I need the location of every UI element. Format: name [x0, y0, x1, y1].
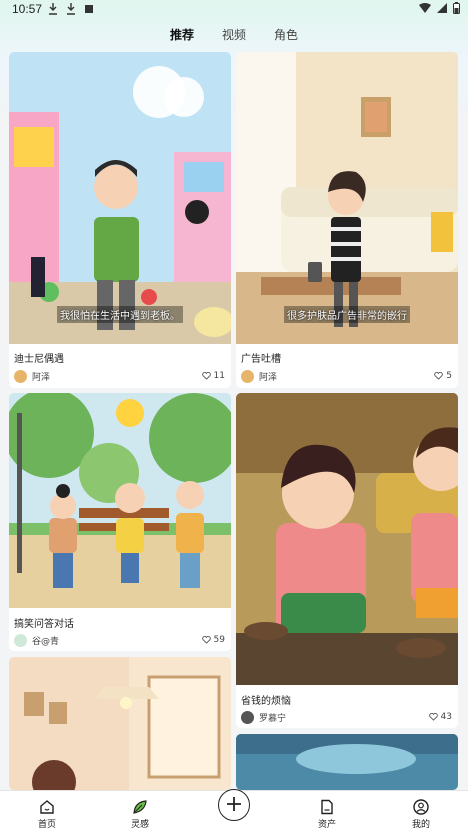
card-title: 迪士尼偶遇 [14, 354, 64, 365]
feed-card[interactable] [9, 657, 231, 790]
author-name: 谷@青 [32, 637, 60, 647]
leaf-icon [133, 800, 147, 814]
card-thumbnail [236, 734, 458, 790]
nav-label: 资产 [317, 820, 336, 830]
heart-icon [201, 636, 211, 644]
like-number: 11 [213, 371, 225, 381]
card-thumbnail [9, 393, 231, 608]
like-count[interactable]: 11 [201, 371, 225, 381]
avatar [241, 711, 254, 724]
nav-label: 灵感 [130, 820, 149, 830]
card-thumbnail [9, 657, 231, 790]
feed-card[interactable] [236, 734, 458, 790]
nav-home[interactable]: 首页 [22, 799, 72, 830]
status-time: 10:57 [12, 2, 43, 16]
heart-icon [201, 372, 211, 380]
like-count[interactable]: 59 [201, 635, 225, 645]
user-icon [413, 799, 429, 815]
like-number: 43 [440, 712, 452, 722]
nav-inspiration[interactable]: 灵感 [115, 799, 165, 830]
download-icon [67, 3, 75, 15]
nav-assets[interactable]: 资产 [302, 799, 352, 830]
author-name: 阿泽 [32, 373, 51, 383]
card-title: 搞笑问答对话 [14, 619, 74, 630]
card-title: 广告吐槽 [241, 354, 281, 365]
create-button[interactable] [218, 789, 250, 821]
heart-icon [428, 713, 438, 721]
author-name: 阿泽 [259, 373, 278, 383]
like-number: 5 [446, 371, 452, 381]
tab-character[interactable]: 角色 [274, 26, 298, 46]
wifi-icon [419, 3, 431, 13]
tab-video[interactable]: 视频 [222, 26, 246, 46]
nav-label: 首页 [37, 820, 56, 830]
like-count[interactable]: 5 [434, 371, 452, 381]
card-thumbnail [9, 52, 231, 344]
video-caption: 我很怕在生活中遇到老板。 [57, 306, 183, 323]
card-author: 阿泽 [241, 370, 277, 383]
signal-icon [437, 3, 447, 13]
bottom-navigation: 首页 灵感 资产 我的 [0, 789, 468, 833]
card-thumbnail [236, 52, 458, 344]
app-notification-icon [85, 5, 93, 13]
nav-profile[interactable]: 我的 [396, 799, 446, 830]
card-author: 谷@青 [14, 634, 59, 647]
nav-label: 我的 [411, 820, 430, 830]
card-title: 省钱的烦恼 [241, 696, 291, 707]
battery-icon [453, 2, 460, 14]
home-icon [40, 800, 54, 814]
card-author: 阿泽 [14, 370, 50, 383]
avatar [14, 634, 27, 647]
like-number: 59 [213, 635, 225, 645]
feed-card[interactable]: 搞笑问答对话 谷@青 59 [9, 393, 231, 651]
heart-icon [434, 372, 444, 380]
file-icon [321, 799, 333, 815]
card-author: 罗慕宁 [241, 711, 286, 724]
download-icon [49, 3, 57, 15]
card-thumbnail [236, 393, 458, 685]
author-name: 罗慕宁 [259, 714, 287, 724]
tab-recommend[interactable]: 推荐 [170, 26, 194, 46]
feed-card[interactable]: 省钱的烦恼 罗慕宁 43 [236, 393, 458, 728]
feed-tabs: 推荐 视频 角色 [0, 26, 468, 46]
video-caption: 很多护肤品广告非常的嵌行 [284, 306, 410, 323]
feed-card[interactable]: 很多护肤品广告非常的嵌行 广告吐槽 阿泽 5 [236, 52, 458, 388]
status-bar: 10:57 [0, 0, 468, 18]
feed-card[interactable]: 我很怕在生活中遇到老板。 迪士尼偶遇 阿泽 11 [9, 52, 231, 388]
like-count[interactable]: 43 [428, 712, 452, 722]
avatar [241, 370, 254, 383]
avatar [14, 370, 27, 383]
add-icon [227, 797, 241, 811]
